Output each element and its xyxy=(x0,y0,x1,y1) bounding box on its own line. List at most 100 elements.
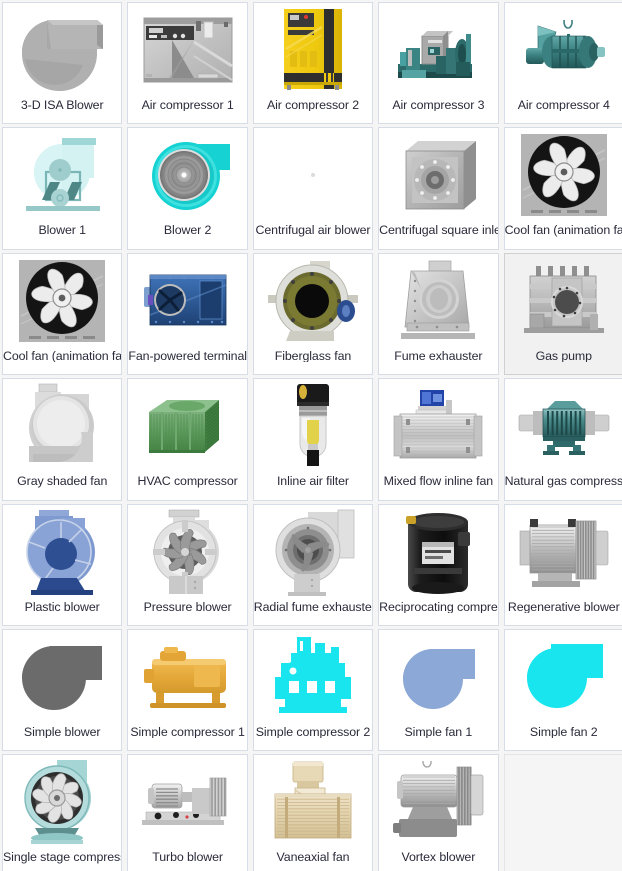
symbol-label: Air compressor 2 xyxy=(266,98,359,112)
blower-2-icon xyxy=(128,128,246,220)
symbol-cell[interactable]: Gray shaded fan xyxy=(2,378,123,501)
symbol-label: Gray shaded fan xyxy=(17,474,108,488)
symbol-label: Turbo blower xyxy=(152,850,223,864)
simple-compressor-1-icon xyxy=(128,630,246,722)
symbol-label: Natural gas compressor xyxy=(504,474,622,488)
symbol-cell[interactable]: Air compressor 3 xyxy=(378,2,499,125)
gray-shaded-fan-icon xyxy=(3,379,121,471)
symbol-cell[interactable]: Fiberglass fan xyxy=(252,252,374,376)
symbol-label: Cool fan (animation fan) xyxy=(504,223,622,237)
blower-1-icon xyxy=(3,128,121,220)
fume-exhauster-icon xyxy=(379,254,497,346)
symbol-cell[interactable]: Fume exhauster xyxy=(378,252,499,376)
centrifugal-square-inlet-icon xyxy=(379,128,497,220)
fan-powered-terminal-icon xyxy=(128,254,246,346)
vortex-blower-icon xyxy=(379,755,497,847)
symbol-label: Vortex blower xyxy=(401,850,476,864)
symbol-cell[interactable]: Turbo blower xyxy=(127,754,248,871)
symbol-label: Fiberglass fan xyxy=(274,348,352,363)
symbol-label: Simple blower xyxy=(23,724,101,739)
simple-fan-1-icon xyxy=(379,630,497,722)
symbol-cell[interactable]: HVAC compressor xyxy=(127,378,248,501)
single-stage-compressor-icon xyxy=(3,755,121,847)
symbol-cell[interactable]: Regenerative blower xyxy=(503,503,622,626)
symbol-label: Plastic blower xyxy=(24,599,100,613)
symbol-label: Vaneaxial fan xyxy=(276,850,350,864)
symbol-cell[interactable]: Vortex blower xyxy=(378,754,499,871)
symbol-label: Blower 1 xyxy=(38,223,86,237)
symbol-label: Inline air filter xyxy=(276,474,349,488)
symbol-cell[interactable]: Air compressor 1 xyxy=(127,2,248,125)
symbol-label: Air compressor 3 xyxy=(392,98,485,112)
empty-cell xyxy=(503,754,622,871)
symbol-label: Simple fan 1 xyxy=(404,724,473,739)
symbol-label: Simple fan 2 xyxy=(529,724,598,739)
centrifugal-air-blower-icon xyxy=(254,128,372,220)
symbol-label: Air compressor 4 xyxy=(517,98,610,112)
symbol-cell[interactable]: Simple fan 1 xyxy=(378,628,499,752)
symbol-label: Single stage compressor xyxy=(3,850,121,864)
vaneaxial-fan-icon xyxy=(254,755,372,847)
symbol-label: Air compressor 1 xyxy=(141,98,234,112)
symbol-label: Fan-powered terminal xyxy=(128,348,247,363)
symbol-cell[interactable]: Inline air filter xyxy=(252,378,374,501)
symbol-label: Cool fan (animation fan) 2 xyxy=(3,348,122,363)
symbol-cell[interactable]: Blower 1 xyxy=(2,127,123,250)
pressure-blower-icon xyxy=(128,505,246,597)
fiberglass-fan-icon xyxy=(254,254,372,346)
symbol-label: Reciprocating compressor xyxy=(379,599,498,613)
symbol-label: Radial fume exhauster xyxy=(253,599,373,613)
simple-blower-icon xyxy=(3,630,121,722)
simple-fan-2-icon xyxy=(505,630,622,722)
symbol-cell[interactable]: Radial fume exhauster xyxy=(252,503,374,626)
symbol-cell[interactable]: Single stage compressor xyxy=(2,754,123,871)
radial-fume-exhauster-icon xyxy=(254,505,372,597)
symbol-label: Pressure blower xyxy=(143,599,232,613)
symbol-cell[interactable]: 3-D ISA Blower xyxy=(2,2,123,125)
symbol-cell[interactable]: Natural gas compressor xyxy=(503,378,622,501)
symbol-cell[interactable]: Blower 2 xyxy=(127,127,248,250)
natural-gas-compressor-icon xyxy=(505,379,622,471)
air-compressor-3-icon xyxy=(379,3,497,95)
air-compressor-2-icon xyxy=(254,3,372,95)
turbo-blower-icon xyxy=(128,755,246,847)
symbol-cell[interactable]: Reciprocating compressor xyxy=(378,503,499,626)
symbol-label: Blower 2 xyxy=(163,223,212,237)
regenerative-blower-icon xyxy=(505,505,622,597)
symbol-cell[interactable]: Simple fan 2 xyxy=(503,628,622,752)
symbol-label: Mixed flow inline fan xyxy=(383,474,494,488)
symbol-cell[interactable]: Simple compressor 2 xyxy=(252,628,374,752)
symbol-label: Centrifugal air blower xyxy=(255,223,371,237)
symbol-cell[interactable]: Simple blower xyxy=(2,628,123,752)
gas-pump-icon xyxy=(505,254,622,346)
symbol-cell[interactable]: Plastic blower xyxy=(2,503,123,626)
symbol-label: Regenerative blower xyxy=(507,599,620,613)
symbol-label: HVAC compressor xyxy=(137,474,238,488)
mixed-flow-inline-fan-icon xyxy=(379,379,497,471)
cool-fan-animation-icon xyxy=(505,128,622,220)
symbol-cell[interactable]: Air compressor 2 xyxy=(252,2,374,125)
symbol-cell[interactable]: Pressure blower xyxy=(127,503,248,626)
symbol-label: Gas pump xyxy=(535,348,592,363)
cool-fan-animation-2-icon xyxy=(3,254,121,346)
symbol-cell[interactable]: Gas pump xyxy=(503,252,622,376)
symbol-cell[interactable]: Mixed flow inline fan xyxy=(378,378,499,501)
hvac-compressor-icon xyxy=(128,379,246,471)
symbol-label: Fume exhauster xyxy=(394,348,483,363)
symbol-cell[interactable]: Cool fan (animation fan) xyxy=(503,127,622,250)
reciprocating-compressor-icon xyxy=(379,505,497,597)
symbol-cell[interactable]: Air compressor 4 xyxy=(503,2,622,125)
symbol-cell[interactable]: Cool fan (animation fan) 2 xyxy=(2,252,123,376)
symbol-cell[interactable]: Centrifugal air blower xyxy=(252,127,374,250)
symbol-label: Simple compressor 1 xyxy=(130,724,245,739)
symbol-cell[interactable]: Centrifugal square inlet fan xyxy=(378,127,499,250)
symbol-cell[interactable]: Vaneaxial fan xyxy=(252,754,374,871)
symbol-label: Simple compressor 2 xyxy=(255,724,371,739)
symbol-label: 3-D ISA Blower xyxy=(20,98,104,112)
air-compressor-1-icon xyxy=(128,3,246,95)
symbol-cell[interactable]: Simple compressor 1 xyxy=(127,628,248,752)
isa-blower-3d-icon xyxy=(3,3,121,95)
symbol-cell[interactable]: Fan-powered terminal xyxy=(127,252,248,376)
simple-compressor-2-icon xyxy=(254,630,372,722)
air-compressor-4-icon xyxy=(505,3,622,95)
